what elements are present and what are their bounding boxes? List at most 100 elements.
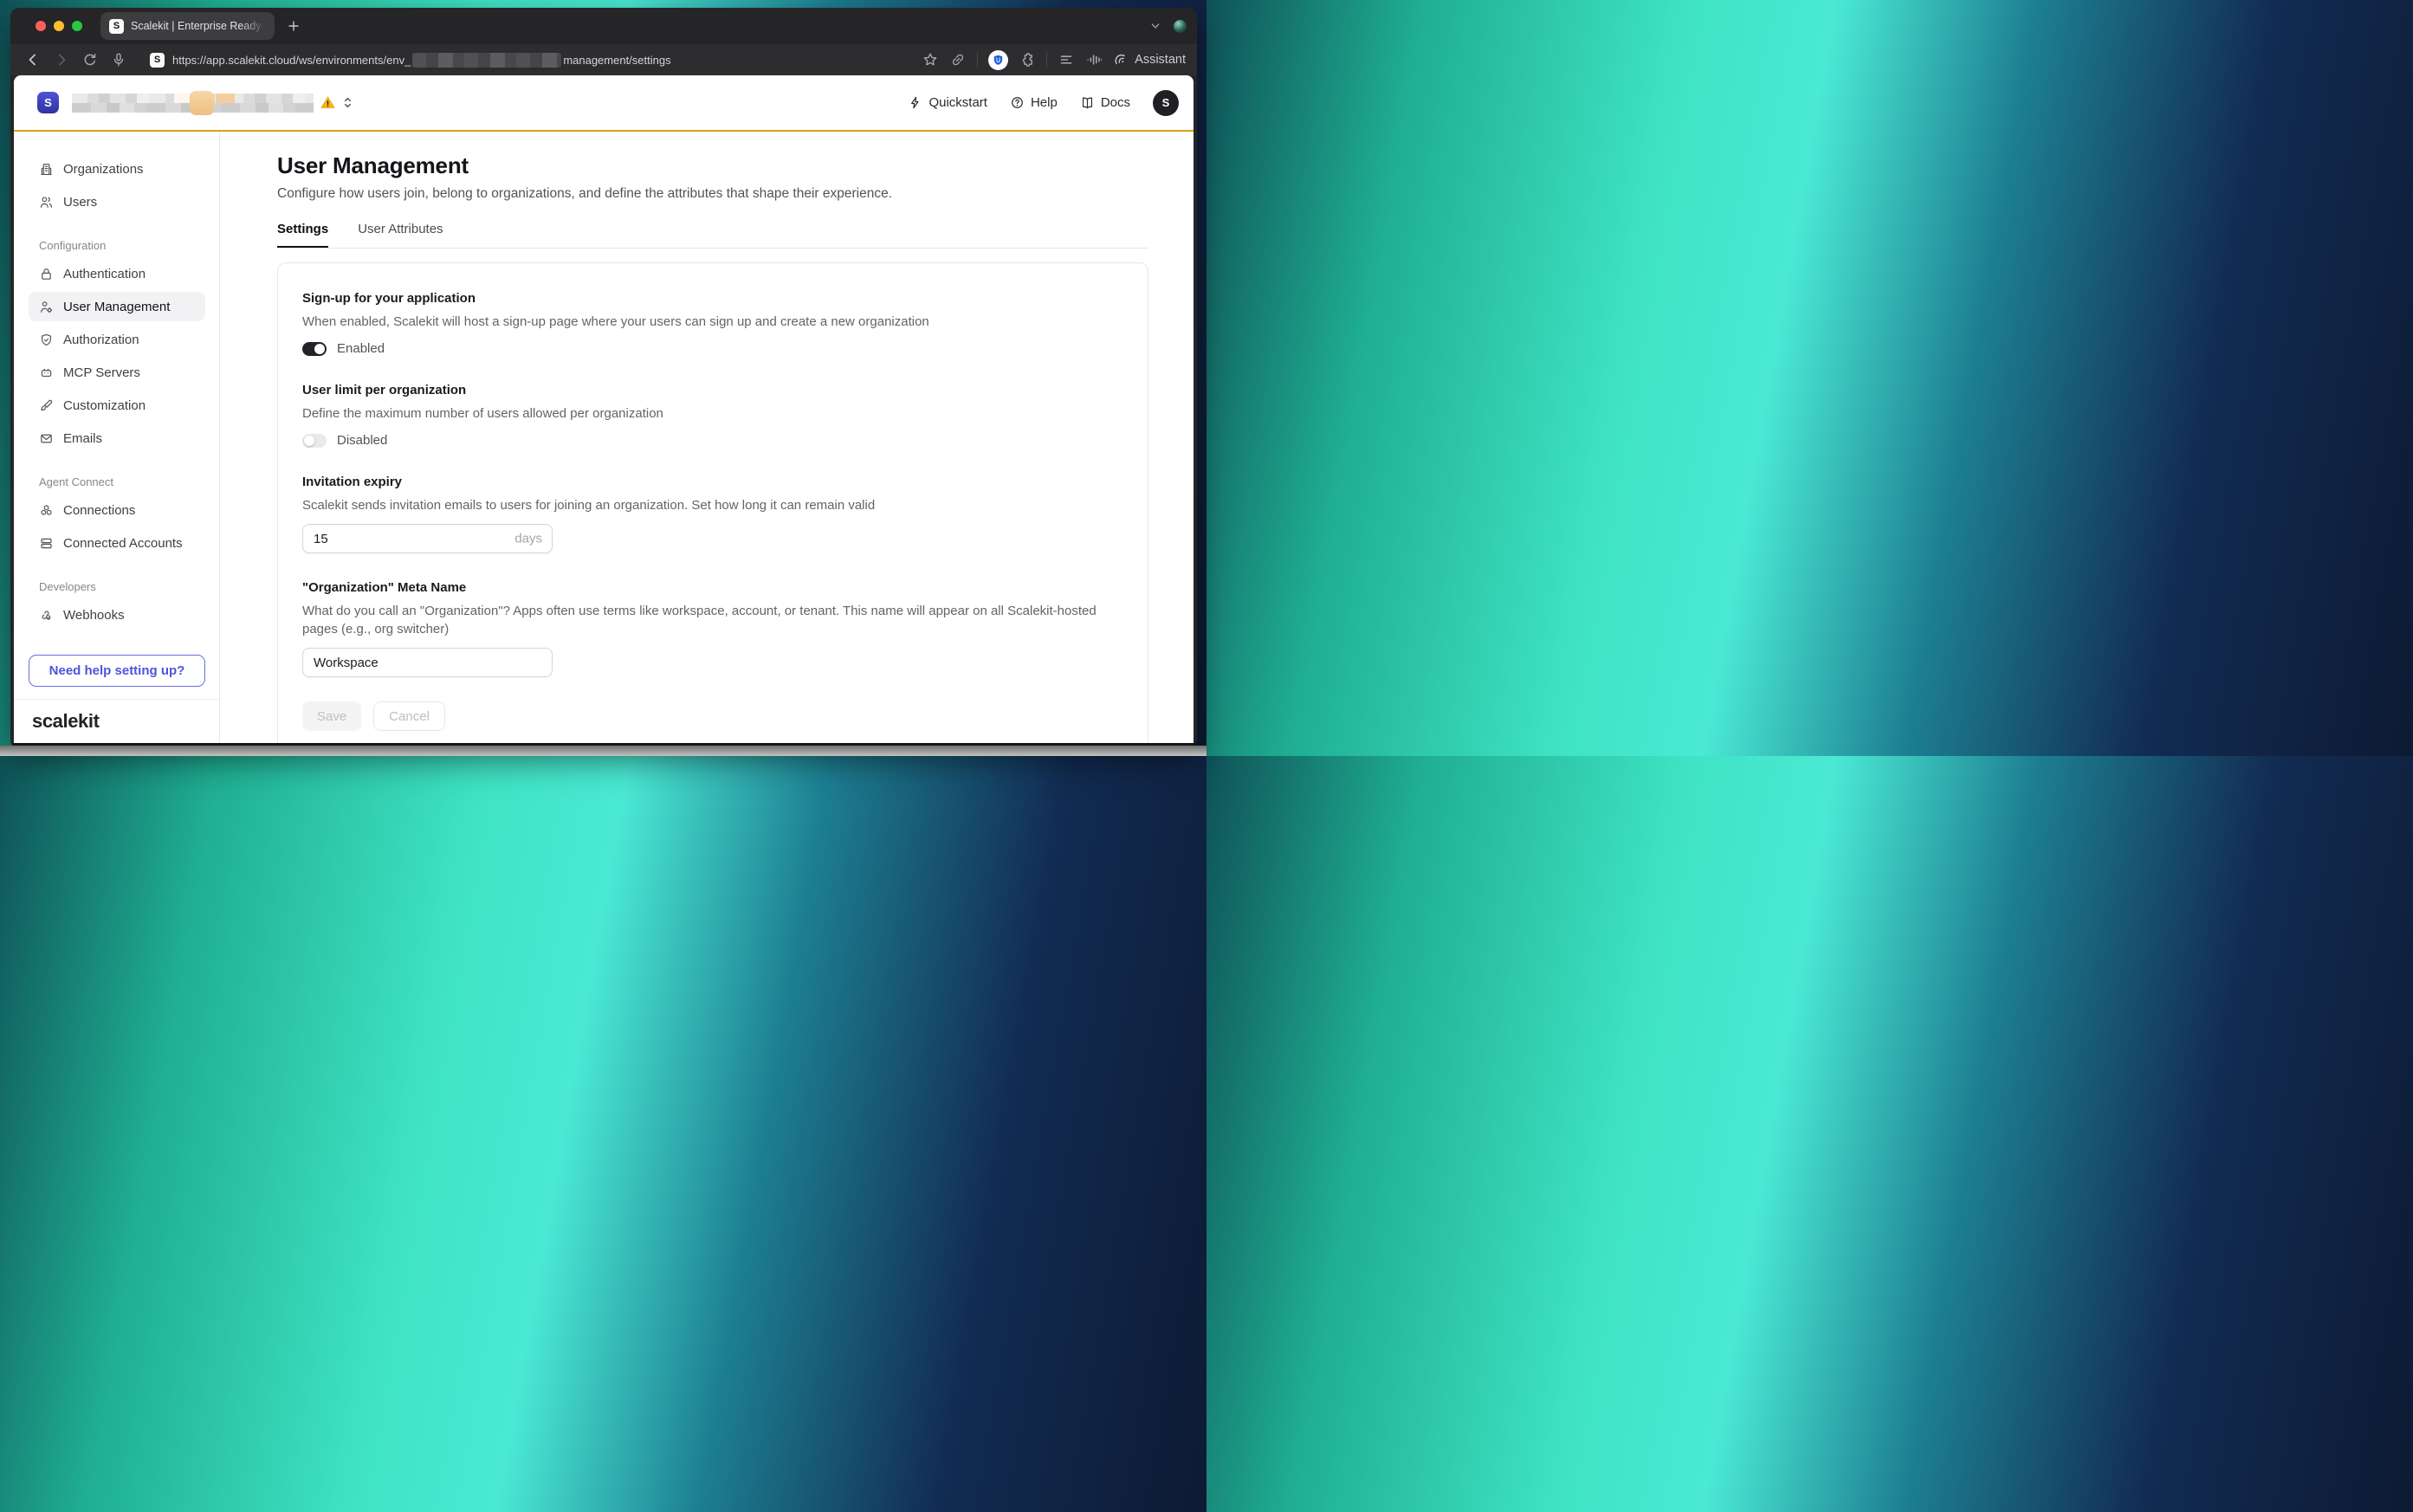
browser-tab[interactable]: S Scalekit | Enterprise Ready A [100, 12, 275, 40]
workspace-name-redacted[interactable] [72, 94, 314, 113]
user-avatar[interactable]: S [1153, 90, 1179, 116]
sidebar-item-label: User Management [63, 300, 170, 314]
assistant-swirl-icon [1113, 52, 1129, 68]
sidebar-item-organizations[interactable]: Organizations [29, 154, 205, 184]
invitation-expiry-title: Invitation expiry [302, 475, 1123, 489]
browser-profile-avatar[interactable] [1174, 20, 1187, 33]
sidebar-item-connected-accounts[interactable]: Connected Accounts [29, 528, 205, 558]
workspace-blur-block [216, 94, 235, 103]
sidebar-item-label: Authentication [63, 267, 146, 281]
user-limit-section: User limit per organization Define the m… [302, 383, 1123, 448]
tab-settings[interactable]: Settings [277, 222, 328, 248]
sidebar-section-agent-connect: Agent Connect [39, 475, 205, 488]
need-help-button[interactable]: Need help setting up? [29, 655, 205, 687]
docs-button[interactable]: Docs [1080, 95, 1130, 110]
minimize-window-button[interactable] [54, 21, 64, 31]
sidebar-item-users[interactable]: Users [29, 187, 205, 216]
sidebar-item-emails[interactable]: Emails [29, 423, 205, 453]
sidebar-section-developers: Developers [39, 580, 205, 593]
server-stack-icon [39, 536, 54, 551]
book-icon [1080, 95, 1095, 110]
sidebar-section-configuration: Configuration [39, 239, 205, 252]
toolbar-divider [977, 52, 978, 68]
lock-icon [39, 267, 54, 281]
help-button[interactable]: Help [1010, 95, 1058, 110]
sidebar-item-authorization[interactable]: Authorization [29, 325, 205, 354]
user-limit-description: Define the maximum number of users allow… [302, 404, 1123, 423]
settings-card: Sign-up for your application When enable… [277, 262, 1148, 743]
toggle-knob [314, 344, 325, 354]
quickstart-button[interactable]: Quickstart [908, 95, 987, 110]
quickstart-label: Quickstart [928, 95, 987, 110]
save-button[interactable]: Save [302, 701, 361, 731]
help-label: Help [1031, 95, 1058, 110]
extensions-puzzle-icon[interactable] [1019, 51, 1036, 68]
main-content: User Management Configure how users join… [220, 132, 1194, 743]
window-controls [36, 21, 82, 31]
zoom-window-button[interactable] [72, 21, 82, 31]
bookmark-star-icon[interactable] [922, 51, 939, 68]
sidebar-item-webhooks[interactable]: Webhooks [29, 600, 205, 630]
envelope-icon [39, 431, 54, 446]
invitation-expiry-section: Invitation expiry Scalekit sends invitat… [302, 475, 1123, 553]
sidebar-item-authentication[interactable]: Authentication [29, 259, 205, 288]
sidebar-item-customization[interactable]: Customization [29, 391, 205, 420]
app-header: S Quickstart Help [14, 75, 1194, 132]
signup-toggle-label: Enabled [337, 341, 385, 356]
app-header-nav: Quickstart Help Docs S [908, 90, 1179, 116]
back-button[interactable] [24, 51, 42, 68]
sidebar-item-label: Emails [63, 431, 102, 446]
reader-lines-icon[interactable] [1058, 51, 1075, 68]
cubes-icon [39, 503, 54, 518]
address-bar[interactable]: https://app.scalekit.cloud/ws/environmen… [172, 53, 671, 68]
invitation-expiry-description: Scalekit sends invitation emails to user… [302, 496, 1123, 514]
meta-name-title: "Organization" Meta Name [302, 580, 1123, 595]
audio-waveform-icon[interactable] [1085, 51, 1103, 68]
signup-title: Sign-up for your application [302, 291, 1123, 306]
sidebar: Organizations Users Configuration Authen… [14, 132, 220, 743]
url-redacted-blur [412, 53, 561, 68]
sidebar-item-label: MCP Servers [63, 365, 140, 380]
tab-user-attributes[interactable]: User Attributes [358, 222, 443, 248]
toolbar-divider [1046, 52, 1047, 68]
tab-favicon: S [109, 19, 124, 34]
users-icon [39, 195, 54, 210]
forward-button[interactable] [53, 51, 70, 68]
new-tab-button[interactable] [286, 18, 301, 34]
sidebar-item-mcp-servers[interactable]: MCP Servers [29, 358, 205, 387]
browser-toolbar: S https://app.scalekit.cloud/ws/environm… [10, 44, 1197, 75]
workspace-switcher-chevrons[interactable] [341, 96, 354, 109]
robot-icon [39, 365, 54, 380]
browser-tab-strip: S Scalekit | Enterprise Ready A [10, 8, 1197, 44]
page-subtitle: Configure how users join, belong to orga… [277, 186, 1148, 202]
webhook-icon [39, 608, 54, 623]
user-limit-toggle[interactable] [302, 434, 327, 448]
user-limit-title: User limit per organization [302, 383, 1123, 397]
tab-title-fade [240, 12, 275, 40]
sidebar-item-label: Webhooks [63, 608, 125, 623]
copy-link-icon[interactable] [949, 51, 967, 68]
close-window-button[interactable] [36, 21, 46, 31]
reload-button[interactable] [81, 51, 99, 68]
bitwarden-extension-icon[interactable] [988, 50, 1008, 70]
url-suffix: management/settings [563, 54, 670, 67]
voice-search-icon[interactable] [110, 51, 127, 68]
chevron-down-icon[interactable] [1148, 19, 1162, 33]
signup-toggle[interactable] [302, 342, 327, 356]
sidebar-item-label: Customization [63, 398, 146, 413]
meta-name-input[interactable] [302, 648, 553, 677]
sidebar-item-label: Connections [63, 503, 135, 518]
sidebar-item-label: Authorization [63, 333, 139, 347]
workspace-blur-block [174, 94, 190, 103]
cancel-button[interactable]: Cancel [373, 701, 445, 731]
meta-name-description: What do you call an "Organization"? Apps… [302, 602, 1112, 638]
assistant-button[interactable]: Assistant [1113, 52, 1186, 68]
assistant-label: Assistant [1135, 53, 1186, 67]
sidebar-item-user-management[interactable]: User Management [29, 292, 205, 321]
url-prefix: https://app.scalekit.cloud/ws/environmen… [172, 54, 411, 67]
sidebar-item-connections[interactable]: Connections [29, 495, 205, 525]
toggle-knob [304, 436, 314, 446]
environment-warning-icon[interactable] [320, 95, 335, 110]
user-gear-icon [39, 300, 54, 314]
page-title: User Management [277, 152, 1148, 179]
